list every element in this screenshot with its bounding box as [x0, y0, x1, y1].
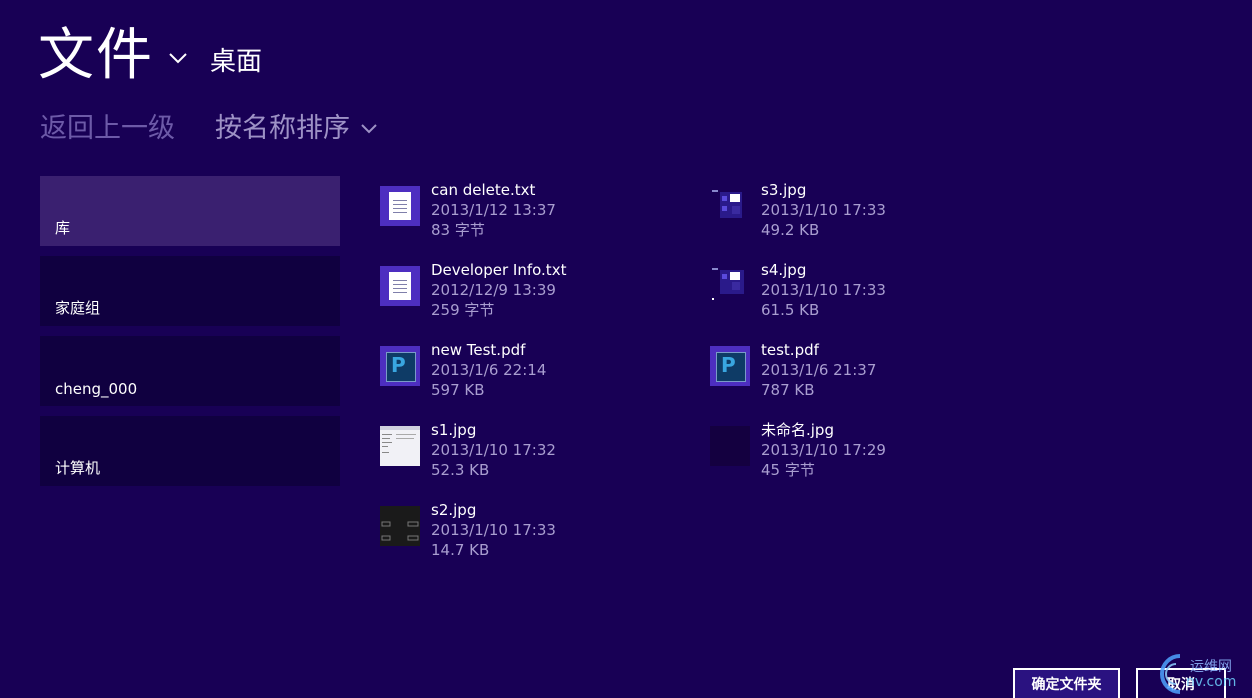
file-size: 49.2 KB	[761, 221, 820, 239]
file-name: new Test.pdf	[431, 341, 526, 359]
file-date: 2013/1/10 17:32	[431, 441, 556, 459]
file-date: 2013/1/10 17:29	[761, 441, 886, 459]
watermark: 运维网 nv.com	[1150, 650, 1250, 698]
file-size: 52.3 KB	[431, 461, 490, 479]
image-thumbnail	[710, 266, 750, 306]
sort-dropdown[interactable]: 按名称排序	[215, 106, 378, 145]
file-name: s1.jpg	[431, 421, 477, 439]
file-picker: 文件 桌面 返回上一级 按名称排序 库 家庭组 cheng_000 计算机 ca…	[0, 0, 1252, 698]
file-size: 83 字节	[431, 221, 485, 239]
file-name: s3.jpg	[761, 181, 807, 199]
file-item[interactable]: s4.jpg 2013/1/10 17:33 61.5 KB	[710, 256, 1010, 326]
file-date: 2013/1/12 13:37	[431, 201, 556, 219]
file-item[interactable]: s3.jpg 2013/1/10 17:33 49.2 KB	[710, 176, 1010, 246]
current-location: 桌面	[210, 47, 263, 77]
file-size: 259 字节	[431, 301, 495, 319]
file-date: 2013/1/10 17:33	[431, 521, 556, 539]
file-date: 2012/12/9 13:39	[431, 281, 556, 299]
header: 文件 桌面	[38, 22, 262, 90]
file-name: 未命名.jpg	[761, 421, 834, 439]
file-name: s2.jpg	[431, 501, 477, 519]
file-item[interactable]: P new Test.pdf 2013/1/6 22:14 597 KB	[380, 336, 680, 406]
watermark-logo-icon	[1160, 654, 1181, 694]
image-thumbnail	[710, 426, 750, 466]
file-item[interactable]: P test.pdf 2013/1/6 21:37 787 KB	[710, 336, 1010, 406]
location-sidebar: 库 家庭组 cheng_000 计算机	[40, 176, 340, 496]
file-item[interactable]: can delete.txt 2013/1/12 13:37 83 字节	[380, 176, 680, 246]
file-name: can delete.txt	[431, 181, 536, 199]
sidebar-item-user[interactable]: cheng_000	[40, 336, 340, 406]
file-item[interactable]: 未命名.jpg 2013/1/10 17:29 45 字节	[710, 416, 1010, 486]
text-file-icon	[380, 186, 420, 226]
text-file-icon	[380, 266, 420, 306]
image-thumbnail	[380, 426, 420, 466]
watermark-text: 运维网	[1190, 659, 1232, 675]
image-thumbnail	[710, 186, 750, 226]
file-name: Developer Info.txt	[431, 261, 567, 279]
sidebar-item-computer[interactable]: 计算机	[40, 416, 340, 486]
sidebar-item-library[interactable]: 库	[40, 176, 340, 246]
file-date: 2013/1/6 22:14	[431, 361, 547, 379]
file-size: 14.7 KB	[431, 541, 490, 559]
file-size: 787 KB	[761, 381, 815, 399]
back-up-button[interactable]: 返回上一级	[40, 106, 175, 145]
file-name: test.pdf	[761, 341, 819, 359]
page-title: 文件	[38, 23, 154, 88]
confirm-folder-button[interactable]: 确定文件夹	[1013, 668, 1120, 698]
file-date: 2013/1/6 21:37	[761, 361, 877, 379]
sort-label: 按名称排序	[215, 113, 350, 144]
file-item[interactable]: Developer Info.txt 2012/12/9 13:39 259 字…	[380, 256, 680, 326]
file-size: 597 KB	[431, 381, 485, 399]
file-item[interactable]: s2.jpg 2013/1/10 17:33 14.7 KB	[380, 496, 680, 566]
file-name: s4.jpg	[761, 261, 807, 279]
watermark-text: nv.com	[1186, 674, 1237, 690]
file-date: 2013/1/10 17:33	[761, 201, 886, 219]
chevron-down-icon[interactable]	[168, 52, 188, 64]
sidebar-item-label: cheng_000	[55, 380, 138, 398]
file-item[interactable]: s1.jpg 2013/1/10 17:32 52.3 KB	[380, 416, 680, 486]
file-date: 2013/1/10 17:33	[761, 281, 886, 299]
file-size: 61.5 KB	[761, 301, 820, 319]
pdf-file-icon: P	[710, 346, 750, 386]
sidebar-item-label: 计算机	[55, 459, 101, 477]
image-thumbnail	[380, 506, 420, 546]
sidebar-item-label: 库	[55, 219, 71, 237]
sidebar-item-homegroup[interactable]: 家庭组	[40, 256, 340, 326]
chevron-down-icon	[361, 124, 377, 134]
pdf-file-icon: P	[380, 346, 420, 386]
sidebar-item-label: 家庭组	[55, 299, 101, 317]
file-size: 45 字节	[761, 461, 815, 479]
toolbar: 返回上一级 按名称排序	[40, 106, 378, 145]
